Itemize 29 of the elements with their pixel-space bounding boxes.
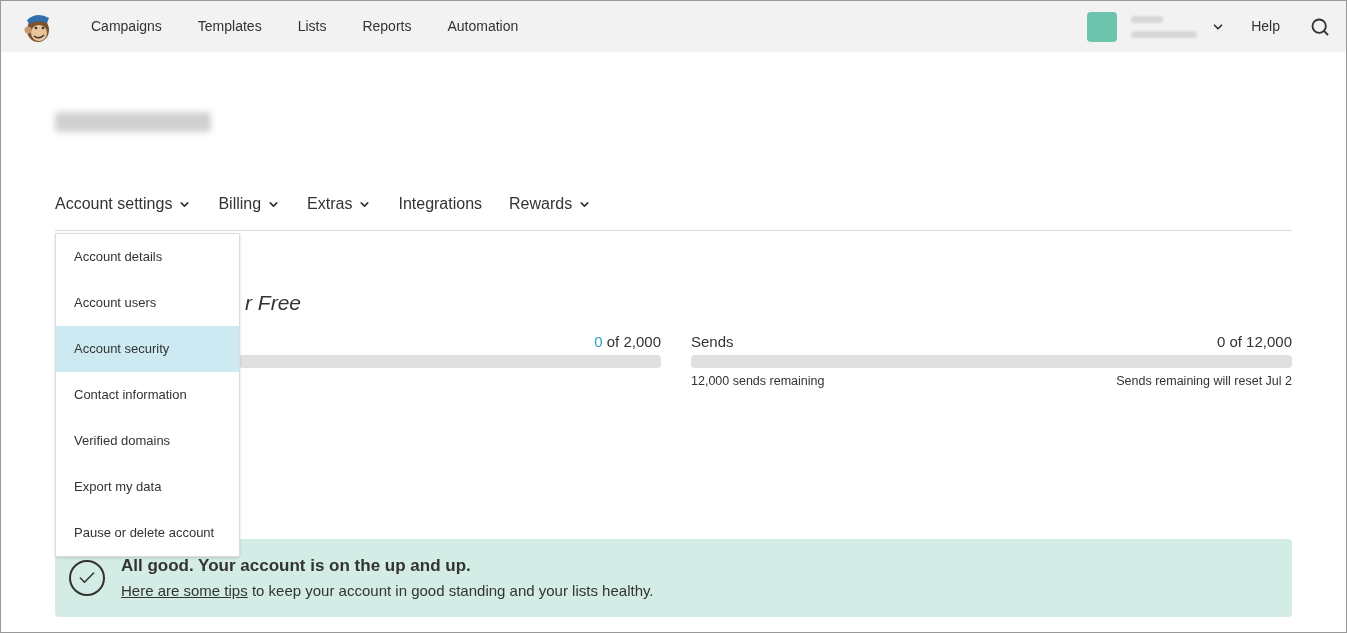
nav-link[interactable]: Automation — [447, 16, 519, 37]
blurred-user-name — [1131, 15, 1198, 38]
section-tab[interactable]: Extras — [307, 192, 372, 216]
sends-label: Sends — [691, 332, 734, 351]
nav-link[interactable]: Lists — [297, 16, 327, 37]
nav-link[interactable]: Campaigns — [91, 16, 162, 37]
plan-title: r Free — [245, 290, 302, 316]
sends-remaining: 12,000 sends remaining — [691, 373, 825, 390]
menu-item[interactable]: Account security — [56, 326, 239, 372]
contacts-count: 0 of 2,000 — [594, 332, 661, 351]
menu-item[interactable]: Verified domains — [56, 418, 239, 464]
section-tab[interactable]: Rewards — [509, 192, 592, 216]
sends-count: 0 of 12,000 — [1216, 332, 1292, 351]
menu-item[interactable]: Account details — [56, 234, 239, 280]
tips-link[interactable]: Here are some tips — [121, 581, 248, 599]
notice-title: All good. Your account is on the up and up. — [121, 554, 472, 577]
menu-item[interactable]: Contact information — [56, 372, 239, 418]
notice-text: Here are some tips to keep your account in good standing and your lists healthy. — [121, 580, 654, 601]
nav-link[interactable]: Templates — [197, 16, 262, 37]
menu-item[interactable]: Account users — [56, 280, 239, 326]
section-tab[interactable]: Integrations — [398, 192, 483, 216]
menu-item[interactable]: Export my data — [56, 464, 239, 510]
reset-note: Sends remaining will reset Jul 2 — [1116, 373, 1292, 390]
help-link[interactable]: Help — [1251, 16, 1280, 37]
search-icon[interactable] — [1310, 16, 1330, 37]
nav-link[interactable]: Reports — [362, 16, 412, 37]
section-tab[interactable]: Billing — [218, 192, 281, 216]
menu-item[interactable]: Pause or delete account — [56, 510, 239, 556]
section-tab[interactable]: Account settings — [55, 192, 192, 216]
